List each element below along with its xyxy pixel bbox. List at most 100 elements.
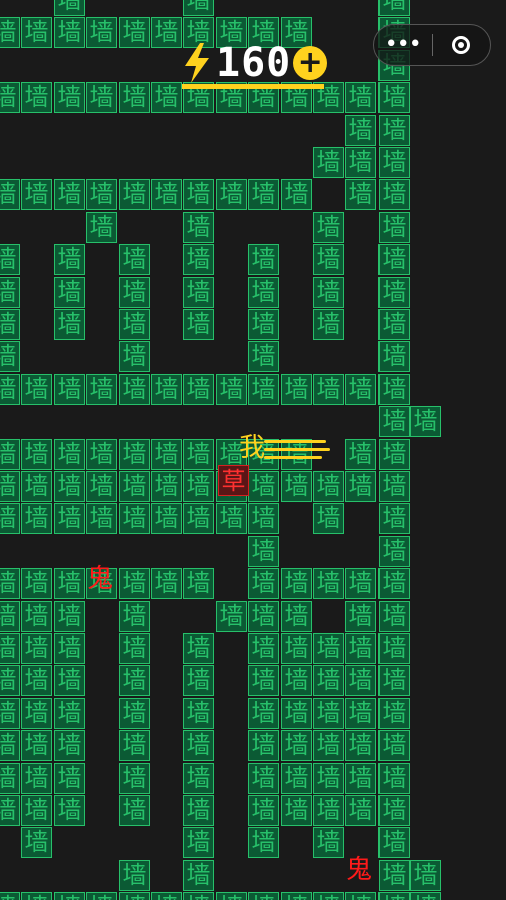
wall-tile: 墙 [86, 212, 117, 243]
wall-tile: 墙 [379, 471, 410, 502]
wall-tile: 墙 [21, 698, 52, 729]
wall-tile: 墙 [183, 763, 214, 794]
wall-tile: 墙 [0, 374, 20, 405]
hud-underline [182, 84, 324, 89]
wall-tile: 墙 [119, 698, 150, 729]
wall-tile: 墙 [21, 179, 52, 210]
wall-tile: 墙 [183, 244, 214, 275]
wall-tile: 墙 [54, 892, 85, 900]
wall-tile: 墙 [21, 633, 52, 664]
wall-tile: 墙 [281, 665, 312, 696]
wall-tile: 墙 [345, 698, 376, 729]
wall-tile: 墙 [248, 309, 279, 340]
wall-tile: 墙 [248, 730, 279, 761]
wall-tile: 墙 [21, 568, 52, 599]
wall-tile: 墙 [0, 601, 20, 632]
wall-tile: 墙 [345, 568, 376, 599]
wall-tile: 墙 [21, 503, 52, 534]
wall-tile: 墙 [345, 730, 376, 761]
wall-tile: 墙 [345, 665, 376, 696]
wall-tile: 墙 [248, 471, 279, 502]
player-trail [264, 456, 322, 459]
wall-tile: 墙 [119, 341, 150, 372]
wall-tile: 墙 [0, 730, 20, 761]
wall-tile: 墙 [379, 374, 410, 405]
wall-tile: 墙 [0, 698, 20, 729]
wall-tile: 墙 [248, 374, 279, 405]
wall-tile: 墙 [313, 309, 344, 340]
wall-tile: 墙 [54, 244, 85, 275]
wall-tile: 墙 [86, 82, 117, 113]
wall-tile: 墙 [379, 147, 410, 178]
wall-tile: 墙 [379, 82, 410, 113]
wall-tile: 墙 [183, 827, 214, 858]
wall-tile: 墙 [183, 212, 214, 243]
wall-tile: 墙 [183, 665, 214, 696]
miniprogram-capsule: ••• [373, 24, 491, 66]
wall-tile: 墙 [54, 309, 85, 340]
wall-tile: 墙 [313, 212, 344, 243]
wall-tile: 墙 [119, 244, 150, 275]
wall-tile: 墙 [0, 795, 20, 826]
wall-tile: 墙 [248, 536, 279, 567]
wall-tile: 墙 [0, 503, 20, 534]
wall-tile: 墙 [54, 179, 85, 210]
wall-tile: 墙 [248, 827, 279, 858]
wall-tile: 墙 [313, 827, 344, 858]
wall-tile: 墙 [151, 892, 182, 900]
wall-tile: 墙 [86, 374, 117, 405]
wall-tile: 墙 [313, 698, 344, 729]
wall-tile: 墙 [183, 698, 214, 729]
wall-tile: 墙 [54, 17, 85, 48]
wall-tile: 墙 [379, 698, 410, 729]
wall-tile: 墙 [183, 633, 214, 664]
wall-tile: 墙 [119, 309, 150, 340]
wall-tile: 墙 [216, 374, 247, 405]
wall-tile: 墙 [0, 277, 20, 308]
wall-tile: 墙 [379, 633, 410, 664]
wall-tile: 墙 [119, 892, 150, 900]
ghost-enemy: 鬼 [86, 564, 113, 594]
more-options-button[interactable]: ••• [374, 25, 432, 65]
wall-tile: 墙 [151, 471, 182, 502]
wall-tile: 墙 [379, 309, 410, 340]
wall-tile: 墙 [54, 730, 85, 761]
wall-tile: 墙 [21, 82, 52, 113]
wall-tile: 墙 [379, 601, 410, 632]
add-energy-button[interactable]: + [293, 46, 328, 80]
wall-tile: 墙 [54, 471, 85, 502]
wall-tile: 墙 [379, 0, 410, 16]
wall-tile: 墙 [345, 633, 376, 664]
wall-tile: 墙 [379, 439, 410, 470]
grass-tile: 草 [218, 465, 249, 496]
wall-tile: 墙 [248, 892, 279, 900]
wall-tile: 墙 [345, 763, 376, 794]
wall-tile: 墙 [0, 763, 20, 794]
wall-tile: 墙 [281, 374, 312, 405]
wall-tile: 墙 [345, 795, 376, 826]
wall-tile: 墙 [54, 568, 85, 599]
wall-tile: 墙 [119, 277, 150, 308]
wall-tile: 墙 [86, 503, 117, 534]
wall-tile: 墙 [21, 601, 52, 632]
wall-tile: 墙 [313, 244, 344, 275]
wall-tile: 墙 [151, 374, 182, 405]
wall-tile: 墙 [313, 665, 344, 696]
wall-tile: 墙 [119, 82, 150, 113]
wall-tile: 墙 [86, 17, 117, 48]
wall-tile: 墙 [0, 471, 20, 502]
close-button[interactable] [432, 36, 490, 54]
wall-tile: 墙 [379, 860, 410, 891]
wall-tile: 墙 [248, 633, 279, 664]
wall-tile: 墙 [119, 374, 150, 405]
wall-tile: 墙 [281, 471, 312, 502]
wall-tile: 墙 [248, 179, 279, 210]
wall-tile: 墙 [119, 633, 150, 664]
wall-tile: 墙 [119, 471, 150, 502]
wall-tile: 墙 [379, 115, 410, 146]
wall-tile: 墙 [151, 179, 182, 210]
wall-tile: 墙 [248, 277, 279, 308]
wall-tile: 墙 [86, 471, 117, 502]
wall-tile: 墙 [248, 244, 279, 275]
wall-tile: 墙 [281, 795, 312, 826]
